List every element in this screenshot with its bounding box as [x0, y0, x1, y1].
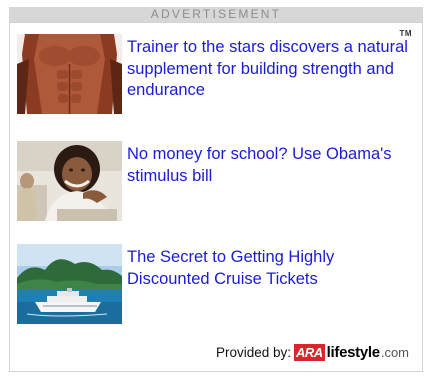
provided-by-label: Provided by:	[215, 344, 291, 360]
ara-logo-mark: ARA	[293, 343, 325, 361]
cruise-ship-image[interactable]	[17, 244, 122, 324]
muscular-torso-image[interactable]	[17, 34, 122, 114]
ad-headline-supplement[interactable]: Trainer to the stars discovers a natural…	[127, 37, 413, 102]
ad-headline-school[interactable]: No money for school? Use Obama's stimulu…	[127, 144, 413, 187]
ara-lifestyle-logo[interactable]: ARA lifestyle .com	[293, 342, 409, 362]
provider-footer: Provided by: ARA lifestyle .com	[216, 342, 409, 362]
logo-com-text: .com	[380, 344, 409, 360]
ad-item-cruise[interactable]: The Secret to Getting Highly Discounted …	[17, 244, 413, 324]
smiling-student-image[interactable]	[17, 141, 122, 221]
advertisement-header: ADVERTISEMENT	[9, 7, 423, 22]
ad-container: TM Trainer to the stars discovers a natu…	[9, 22, 423, 372]
ad-item-supplement[interactable]: Trainer to the stars discovers a natural…	[17, 34, 413, 114]
logo-lifestyle-text: lifestyle	[326, 343, 380, 361]
ad-headline-cruise[interactable]: The Secret to Getting Highly Discounted …	[127, 247, 413, 290]
ad-item-school[interactable]: No money for school? Use Obama's stimulu…	[17, 141, 413, 221]
